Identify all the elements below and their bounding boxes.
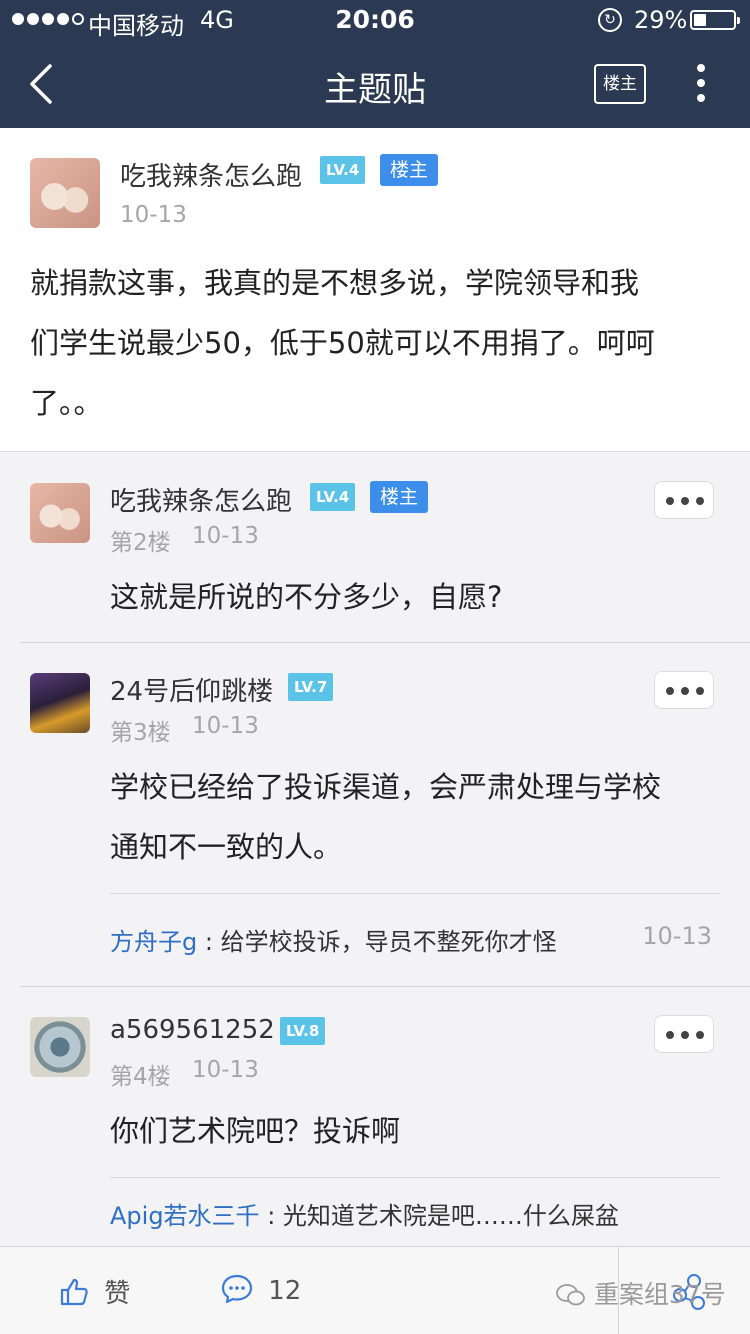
comment-button[interactable]: 12 [220,1273,301,1306]
reply-floor-4: a569561252 LV.8 第4楼 10-13 你们艺术院吧？投诉啊 Api… [0,987,750,1246]
reply-author[interactable]: a569561252 [110,1015,275,1045]
post-author[interactable]: 吃我辣条怎么跑 [120,156,302,193]
reply-menu-button[interactable] [654,481,714,519]
reply-line: 通知不一致的人。 [110,830,343,864]
battery-icon [690,10,740,30]
reply-line: 这就是所说的不分多少，自愿? [110,580,503,614]
owner-badge: 楼主 [380,154,439,186]
comment-count: 12 [268,1276,302,1306]
reply-menu-button[interactable] [654,1015,714,1053]
floor-number: 第2楼 [110,530,171,556]
sub-comment-separator: : [259,1202,283,1230]
wechat-icon [556,1284,585,1306]
sub-comment-text: 光知道艺术院是吧……什么屎盆 [282,1202,619,1230]
main-post: 吃我辣条怎么跑 LV.4 楼主 10-13 就捐款这事，我真的是不想多说，学院领… [0,128,750,452]
floor-number: 第4楼 [110,1064,171,1090]
post-line: 们学生说最少50，低于50就可以不用捐了。呵呵 [30,326,655,360]
reply-date: 10-13 [192,523,259,549]
battery-percent: 29% [634,6,688,34]
reply-floor-3: 24号后仰跳楼 LV.7 第3楼 10-13 学校已经给了投诉渠道，会严肃处理与… [0,643,750,987]
reply-line: 你们艺术院吧？投诉啊 [110,1114,401,1148]
avatar[interactable] [30,158,100,228]
sub-comment[interactable]: 方舟子g : 给学校投诉，导员不整死你才怪 10-13 [110,893,720,987]
sub-comment[interactable]: Apig若水三千 : 光知道艺术院是吧……什么屎盆 [110,1177,720,1246]
level-badge: LV.4 [310,483,356,511]
like-button[interactable]: 赞 [58,1273,130,1310]
more-vertical-icon[interactable] [696,64,706,104]
comment-icon [221,1274,253,1304]
status-bar: 中国移动 4G 20:06 ↻ 29% [0,0,750,40]
avatar[interactable] [30,483,90,543]
navigation-bar: 主题贴 楼主 [0,40,750,128]
level-badge: LV.8 [280,1017,326,1045]
like-label: 赞 [104,1279,131,1309]
bottom-action-bar: 赞 12 重案组37号 [0,1246,750,1334]
post-content: 就捐款这事，我真的是不想多说，学院领导和我 们学生说最少50，低于50就可以不用… [30,253,730,433]
watermark: 重案组37号 [556,1275,726,1311]
reply-floor-2: 吃我辣条怎么跑 LV.4 楼主 第2楼 10-13 这就是所说的不分多少，自愿? [0,453,750,643]
avatar[interactable] [30,1017,90,1077]
avatar[interactable] [30,673,90,733]
sub-comment-separator: : [197,928,221,956]
reply-content: 这就是所说的不分多少，自愿? [110,567,502,627]
level-badge: LV.7 [288,673,334,701]
sub-comment-author[interactable]: Apig若水三千 [110,1202,260,1230]
level-badge: LV.4 [320,156,366,184]
floor-number: 第3楼 [110,720,171,746]
reply-menu-button[interactable] [654,671,714,709]
reply-content: 学校已经给了投诉渠道，会严肃处理与学校 通知不一致的人。 [110,757,661,877]
post-date: 10-13 [120,202,187,228]
rotation-lock-icon: ↻ [598,8,622,32]
reply-date: 10-13 [192,713,259,739]
post-line: 了。。 [30,386,103,420]
sub-comment-author[interactable]: 方舟子g [110,928,197,956]
reply-date: 10-13 [192,1057,259,1083]
reply-content: 你们艺术院吧？投诉啊 [110,1101,400,1161]
top-bar: 中国移动 4G 20:06 ↻ 29% 主题贴 楼主 [0,0,750,128]
reply-line: 学校已经给了投诉渠道，会严肃处理与学校 [110,770,662,804]
reply-author[interactable]: 吃我辣条怎么跑 [110,481,292,518]
sub-comment-date: 10-13 [642,922,712,950]
sub-comment-text: 给学校投诉，导员不整死你才怪 [220,928,557,956]
thumbs-up-icon [60,1278,88,1306]
only-owner-button[interactable]: 楼主 [594,64,646,104]
watermark-text: 重案组37号 [593,1280,726,1309]
owner-badge: 楼主 [370,481,429,513]
reply-author[interactable]: 24号后仰跳楼 [110,671,273,708]
post-line: 就捐款这事，我真的是不想多说，学院领导和我 [30,266,640,300]
